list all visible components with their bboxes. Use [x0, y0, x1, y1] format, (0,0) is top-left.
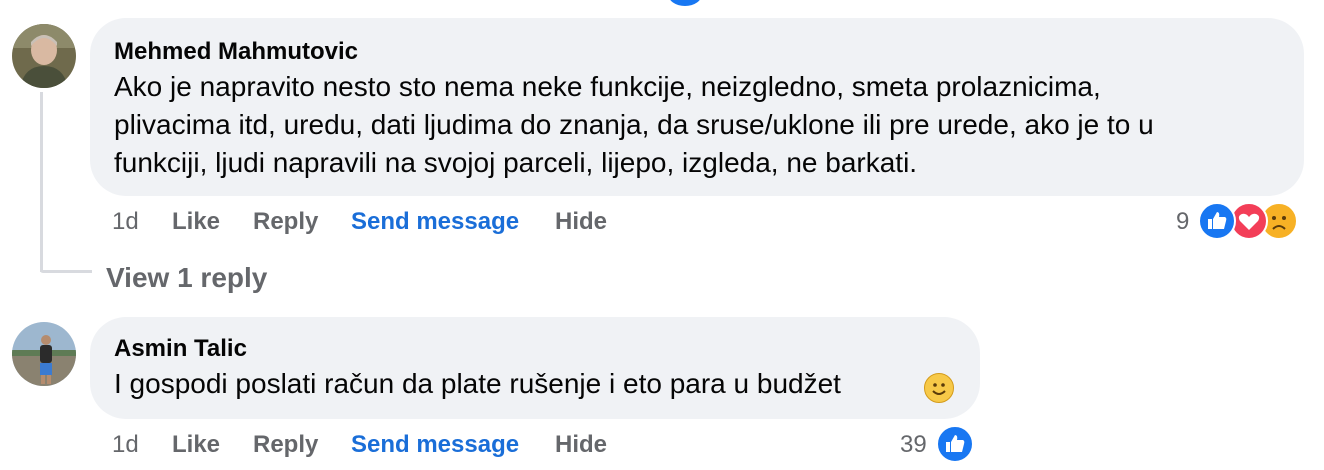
comment-text-line: Ako je napravito nesto sto nema neke fun…	[114, 71, 1101, 102]
view-replies-link[interactable]: View 1 reply	[106, 262, 267, 294]
smiling-face-icon	[924, 373, 954, 403]
thread-connector-elbow	[40, 270, 92, 273]
comment-author[interactable]: Asmin Talic	[114, 335, 247, 363]
comment-time[interactable]: 1d	[112, 208, 139, 236]
comment-text-line: I gospodi poslati račun da plate rušenje…	[114, 368, 841, 399]
send-message-button[interactable]: Send message	[351, 431, 519, 459]
like-button[interactable]: Like	[172, 431, 220, 459]
avatar[interactable]	[12, 24, 76, 88]
comment-actions: 1d Like Reply Send message Hide	[112, 208, 632, 238]
hide-button[interactable]: Hide	[555, 431, 607, 459]
avatar[interactable]	[12, 322, 76, 386]
comment-text-line: plivacima itd, uredu, dati ljudima do zn…	[114, 109, 1154, 140]
reply-button[interactable]: Reply	[253, 208, 318, 236]
comment-time[interactable]: 1d	[112, 431, 139, 459]
hide-button[interactable]: Hide	[555, 208, 607, 236]
like-reaction-icon[interactable]	[1198, 202, 1236, 240]
comment-bubble: Asmin Talic I gospodi poslati račun da p…	[90, 317, 980, 419]
comment-author[interactable]: Mehmed Mahmutovic	[114, 38, 358, 66]
top-indicator-dot	[668, 0, 702, 6]
like-reaction-icon[interactable]	[936, 425, 974, 463]
reaction-count[interactable]: 9	[1176, 208, 1189, 236]
thread-connector-line	[40, 92, 43, 272]
like-button[interactable]: Like	[172, 208, 220, 236]
reply-button[interactable]: Reply	[253, 431, 318, 459]
send-message-button[interactable]: Send message	[351, 208, 519, 236]
comment-actions: 1d Like Reply Send message Hide	[112, 431, 632, 461]
comment-bubble: Mehmed Mahmutovic Ako je napravito nesto…	[90, 18, 1304, 196]
comment-text-line: funkciji, ljudi napravili na svojoj parc…	[114, 147, 918, 178]
reaction-count[interactable]: 39	[900, 431, 927, 459]
